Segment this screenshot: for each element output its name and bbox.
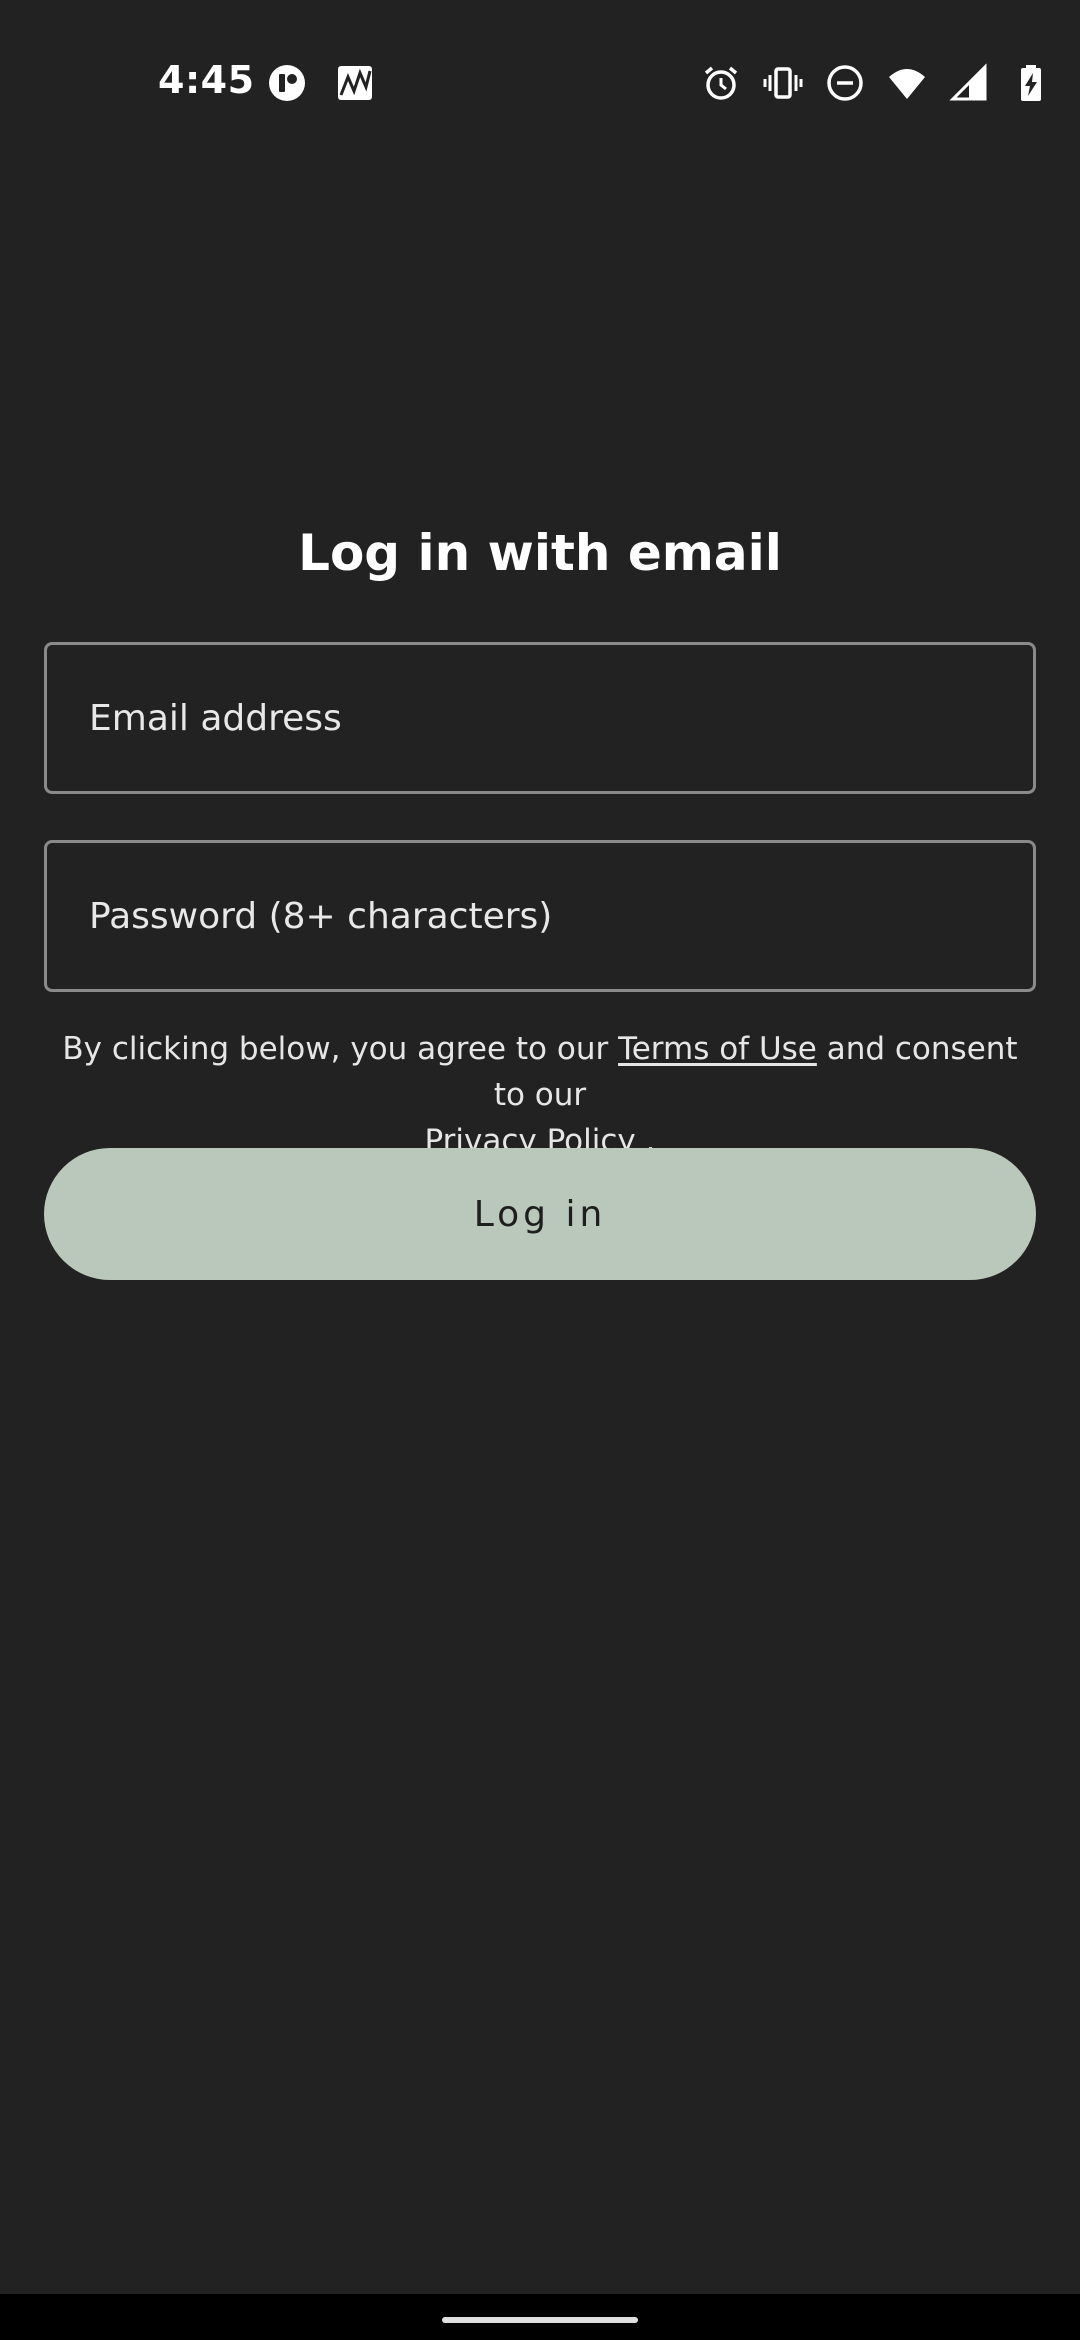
consent-text: By clicking below, you agree to our Term… xyxy=(44,1026,1036,1164)
do-not-disturb-icon xyxy=(824,62,866,104)
page-title: Log in with email xyxy=(298,524,782,582)
status-bar: 4:45 xyxy=(0,0,1080,168)
email-field[interactable] xyxy=(47,645,1033,791)
stocks-notification-icon xyxy=(334,62,376,104)
wifi-icon xyxy=(886,62,928,104)
password-field-container[interactable] xyxy=(44,840,1036,992)
status-notification-icons xyxy=(266,62,376,104)
status-system-icons xyxy=(700,62,1052,104)
consent-prefix: By clicking below, you agree to our xyxy=(62,1031,619,1067)
vibrate-icon xyxy=(762,62,804,104)
status-time: 4:45 xyxy=(158,58,255,102)
login-button[interactable]: Log in xyxy=(44,1148,1036,1280)
email-field-container[interactable] xyxy=(44,642,1036,794)
home-gesture-handle[interactable] xyxy=(442,2317,638,2323)
password-field[interactable] xyxy=(47,843,1033,989)
app-notification-icon xyxy=(266,62,308,104)
alarm-icon xyxy=(700,62,742,104)
cellular-signal-icon xyxy=(948,62,990,104)
battery-charging-icon xyxy=(1010,62,1052,104)
terms-of-use-link[interactable]: Terms of Use xyxy=(618,1031,817,1067)
